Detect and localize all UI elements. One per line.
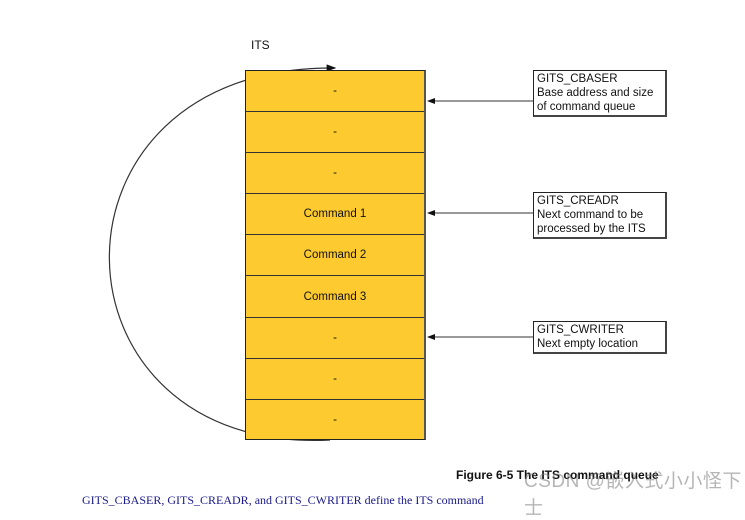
queue-slot: - xyxy=(246,112,424,154)
queue-slot: Command 3 xyxy=(246,276,424,318)
queue-slot: Command 2 xyxy=(246,235,424,277)
queue-slot: - xyxy=(333,414,337,427)
register-box-creadr: GITS_CREADR Next command to be processed… xyxy=(533,192,667,239)
register-name: GITS_CWRITER xyxy=(537,324,624,336)
register-box-cwriter: GITS_CWRITER Next empty location xyxy=(533,321,667,354)
register-name: GITS_CREADR xyxy=(537,195,619,207)
command-queue: - - - Command 1 Command 2 Command 3 - - … xyxy=(245,70,426,440)
queue-slot: - xyxy=(246,318,424,359)
register-description: Next empty location xyxy=(537,338,638,350)
register-name: GITS_CBASER xyxy=(537,73,618,85)
register-description: Base address and size of command queue xyxy=(537,87,654,113)
queue-slot: - xyxy=(246,153,424,195)
register-description: Next command to be processed by the ITS xyxy=(537,209,646,235)
queue-slot: Command 1 xyxy=(246,194,424,236)
register-box-cbaser: GITS_CBASER Base address and size of com… xyxy=(533,70,667,117)
queue-slot: - xyxy=(246,71,424,113)
body-text: GITS_CBASER, GITS_CREADR, and GITS_CWRIT… xyxy=(82,493,484,507)
watermark: CSDN @嵌入式小小怪下士 xyxy=(524,471,742,519)
queue-slot: - xyxy=(246,359,424,400)
